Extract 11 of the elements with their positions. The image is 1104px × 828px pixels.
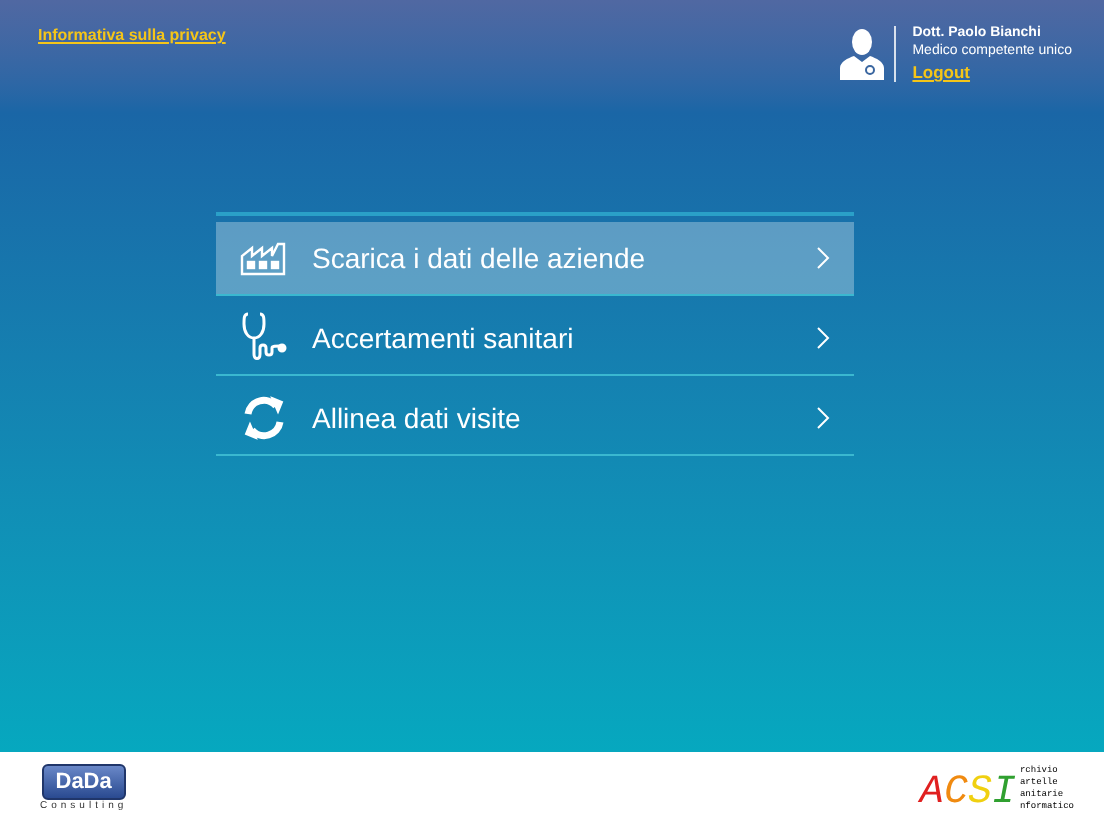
stethoscope-icon (240, 312, 288, 364)
doctor-avatar-icon (840, 27, 885, 79)
chevron-right-icon (816, 326, 830, 350)
privacy-link[interactable]: Informativa sulla privacy (38, 24, 226, 48)
menu-item[interactable]: Allinea dati visite (216, 382, 854, 456)
menu-item[interactable]: Scarica i dati delle aziende (216, 222, 854, 296)
chevron-right-icon (816, 246, 830, 270)
chevron-right-icon (816, 406, 830, 430)
menu-item[interactable]: Accertamenti sanitari (216, 302, 854, 376)
logout-link[interactable]: Logout (912, 64, 971, 82)
factory-icon (240, 240, 288, 276)
